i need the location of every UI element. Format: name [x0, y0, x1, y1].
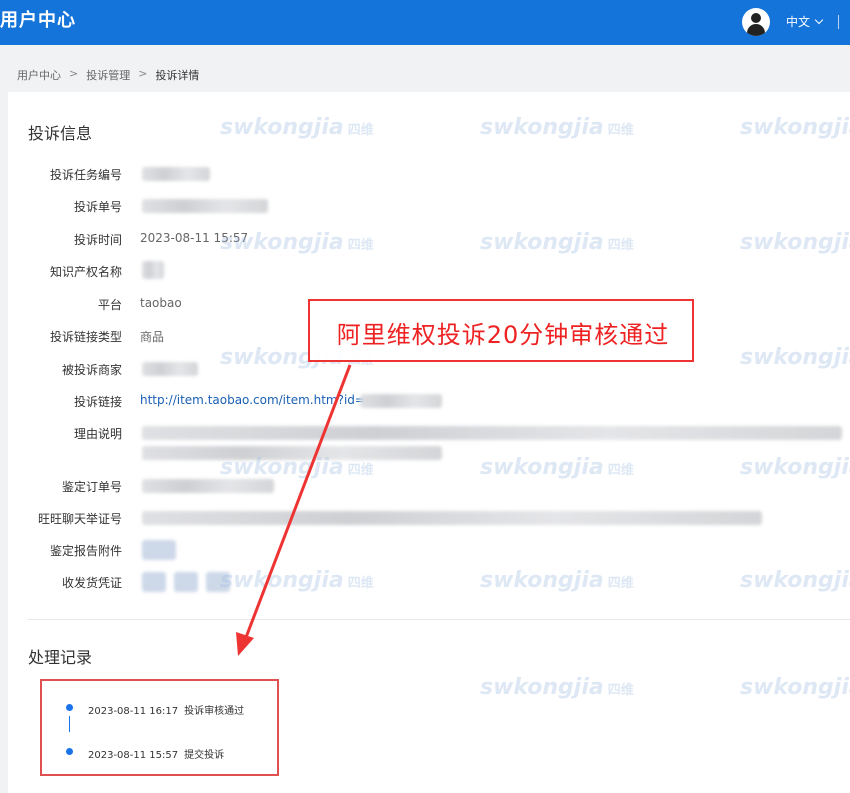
field-value: taobao	[140, 296, 182, 310]
avatar[interactable]	[742, 8, 770, 36]
breadcrumb-separator: >	[138, 67, 148, 80]
language-selector[interactable]: 中文	[786, 13, 824, 30]
breadcrumb: 用户中心 > 投诉管理 > 投诉详情	[17, 67, 199, 83]
breadcrumb-user-center[interactable]: 用户中心	[17, 67, 61, 83]
page-title: 用户中心	[0, 10, 76, 31]
annotation-callout: 阿里维权投诉20分钟审核通过	[308, 299, 694, 362]
breadcrumb-complaint-detail: 投诉详情	[155, 69, 200, 82]
redacted-value	[142, 199, 268, 213]
records-highlight-box: 2023-08-11 16:17 投诉审核通过 2023-08-11 15:57 提…	[40, 679, 279, 776]
field-shipping-proof: 收发货凭证	[8, 572, 850, 592]
user-icon	[751, 13, 761, 23]
redacted-value	[142, 167, 210, 181]
detail-card: 投诉信息 投诉任务编号 投诉单号 投诉时间 2023-08-11 15:57 知…	[8, 92, 850, 793]
top-header: 用户中心 中文	[0, 0, 850, 45]
field-reason: 理由说明	[8, 423, 850, 463]
timeline-dot-icon	[66, 748, 73, 755]
field-label: 被投诉商家	[61, 363, 122, 377]
field-label: 理由说明	[73, 427, 122, 441]
field-wangwang-evidence: 旺旺聊天举证号	[8, 508, 850, 528]
timeline-connector	[69, 716, 70, 732]
record-action: 投诉审核通过	[184, 706, 245, 717]
proof-thumbnail[interactable]	[142, 572, 166, 592]
complaint-info-title: 投诉信息	[28, 124, 93, 143]
field-complaint-number: 投诉单号	[8, 196, 850, 216]
field-merchant: 被投诉商家	[8, 359, 850, 379]
language-label: 中文	[786, 15, 811, 29]
record-time: 2023-08-11 15:57	[88, 750, 179, 761]
field-value: 2023-08-11 15:57	[140, 231, 249, 245]
complaint-link[interactable]: http://item.taobao.com/item.htm?id=	[140, 393, 365, 407]
field-label: 投诉任务编号	[49, 168, 122, 182]
section-divider	[28, 619, 850, 620]
breadcrumb-separator: >	[69, 67, 79, 80]
field-label: 投诉链接	[73, 395, 122, 409]
annotation-text: 阿里维权投诉20分钟审核通过	[336, 321, 670, 349]
field-report-attachment: 鉴定报告附件	[8, 540, 850, 560]
field-label: 知识产权名称	[49, 265, 122, 279]
user-icon-body	[747, 24, 765, 36]
records-title: 处理记录	[28, 648, 93, 667]
field-label: 鉴定订单号	[61, 480, 122, 494]
field-label: 平台	[97, 298, 122, 312]
redacted-value	[360, 394, 442, 408]
field-value: 商品	[140, 330, 165, 344]
breadcrumb-complaint-management[interactable]: 投诉管理	[86, 67, 130, 83]
proof-thumbnail[interactable]	[206, 572, 230, 592]
redacted-value	[142, 479, 274, 493]
redacted-value	[142, 511, 762, 525]
field-label: 收发货凭证	[61, 576, 122, 590]
redacted-value	[142, 426, 842, 440]
field-label: 旺旺聊天举证号	[37, 512, 122, 526]
redacted-value	[142, 446, 442, 460]
record-time: 2023-08-11 16:17	[88, 706, 179, 717]
field-order-number: 鉴定订单号	[8, 476, 850, 496]
proof-thumbnail[interactable]	[174, 572, 198, 592]
field-label: 鉴定报告附件	[49, 544, 122, 558]
field-complaint-time: 投诉时间 2023-08-11 15:57	[8, 229, 850, 249]
field-ip-name: 知识产权名称	[8, 261, 850, 281]
field-link: 投诉链接 http://item.taobao.com/item.htm?id=	[8, 391, 850, 411]
chevron-down-icon	[814, 15, 824, 24]
attachment-thumbnail[interactable]	[142, 540, 176, 560]
field-label: 投诉单号	[73, 200, 122, 214]
redacted-value	[142, 362, 198, 376]
field-label: 投诉时间	[73, 233, 122, 247]
redacted-value	[142, 261, 164, 279]
timeline-dot-icon	[66, 704, 73, 711]
field-task-number: 投诉任务编号	[8, 164, 850, 184]
header-divider	[838, 15, 839, 29]
record-action: 提交投诉	[184, 750, 225, 761]
field-label: 投诉链接类型	[49, 330, 122, 344]
